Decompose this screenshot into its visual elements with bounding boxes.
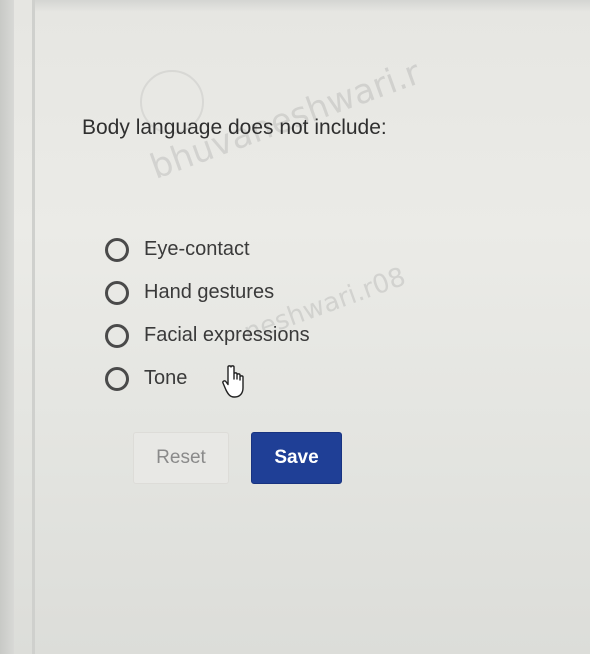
radio-button[interactable]	[105, 366, 129, 391]
radio-button[interactable]	[105, 280, 129, 305]
option-label: Eye-contact	[144, 238, 250, 260]
form-buttons: Reset Save	[133, 432, 342, 484]
save-button[interactable]: Save	[251, 432, 342, 484]
option-eye-contact[interactable]: Eye-contact	[105, 228, 310, 271]
reset-button[interactable]: Reset	[133, 432, 229, 484]
left-edge-strip	[0, 0, 14, 654]
option-hand-gestures[interactable]: Hand gestures	[105, 271, 310, 314]
question-text: Body language does not include:	[82, 116, 387, 139]
option-facial-expressions[interactable]: Facial expressions	[105, 314, 310, 357]
radio-button[interactable]	[105, 323, 129, 348]
option-tone[interactable]: Tone	[105, 357, 310, 400]
option-label: Tone	[144, 367, 188, 389]
radio-button[interactable]	[105, 237, 129, 262]
options-list: Eye-contact Hand gestures Facial express…	[105, 228, 310, 400]
option-label: Facial expressions	[144, 324, 310, 346]
left-divider	[32, 0, 35, 654]
top-bar	[35, 0, 590, 12]
hand-pointer-icon	[222, 365, 244, 398]
option-label: Hand gestures	[144, 281, 275, 303]
